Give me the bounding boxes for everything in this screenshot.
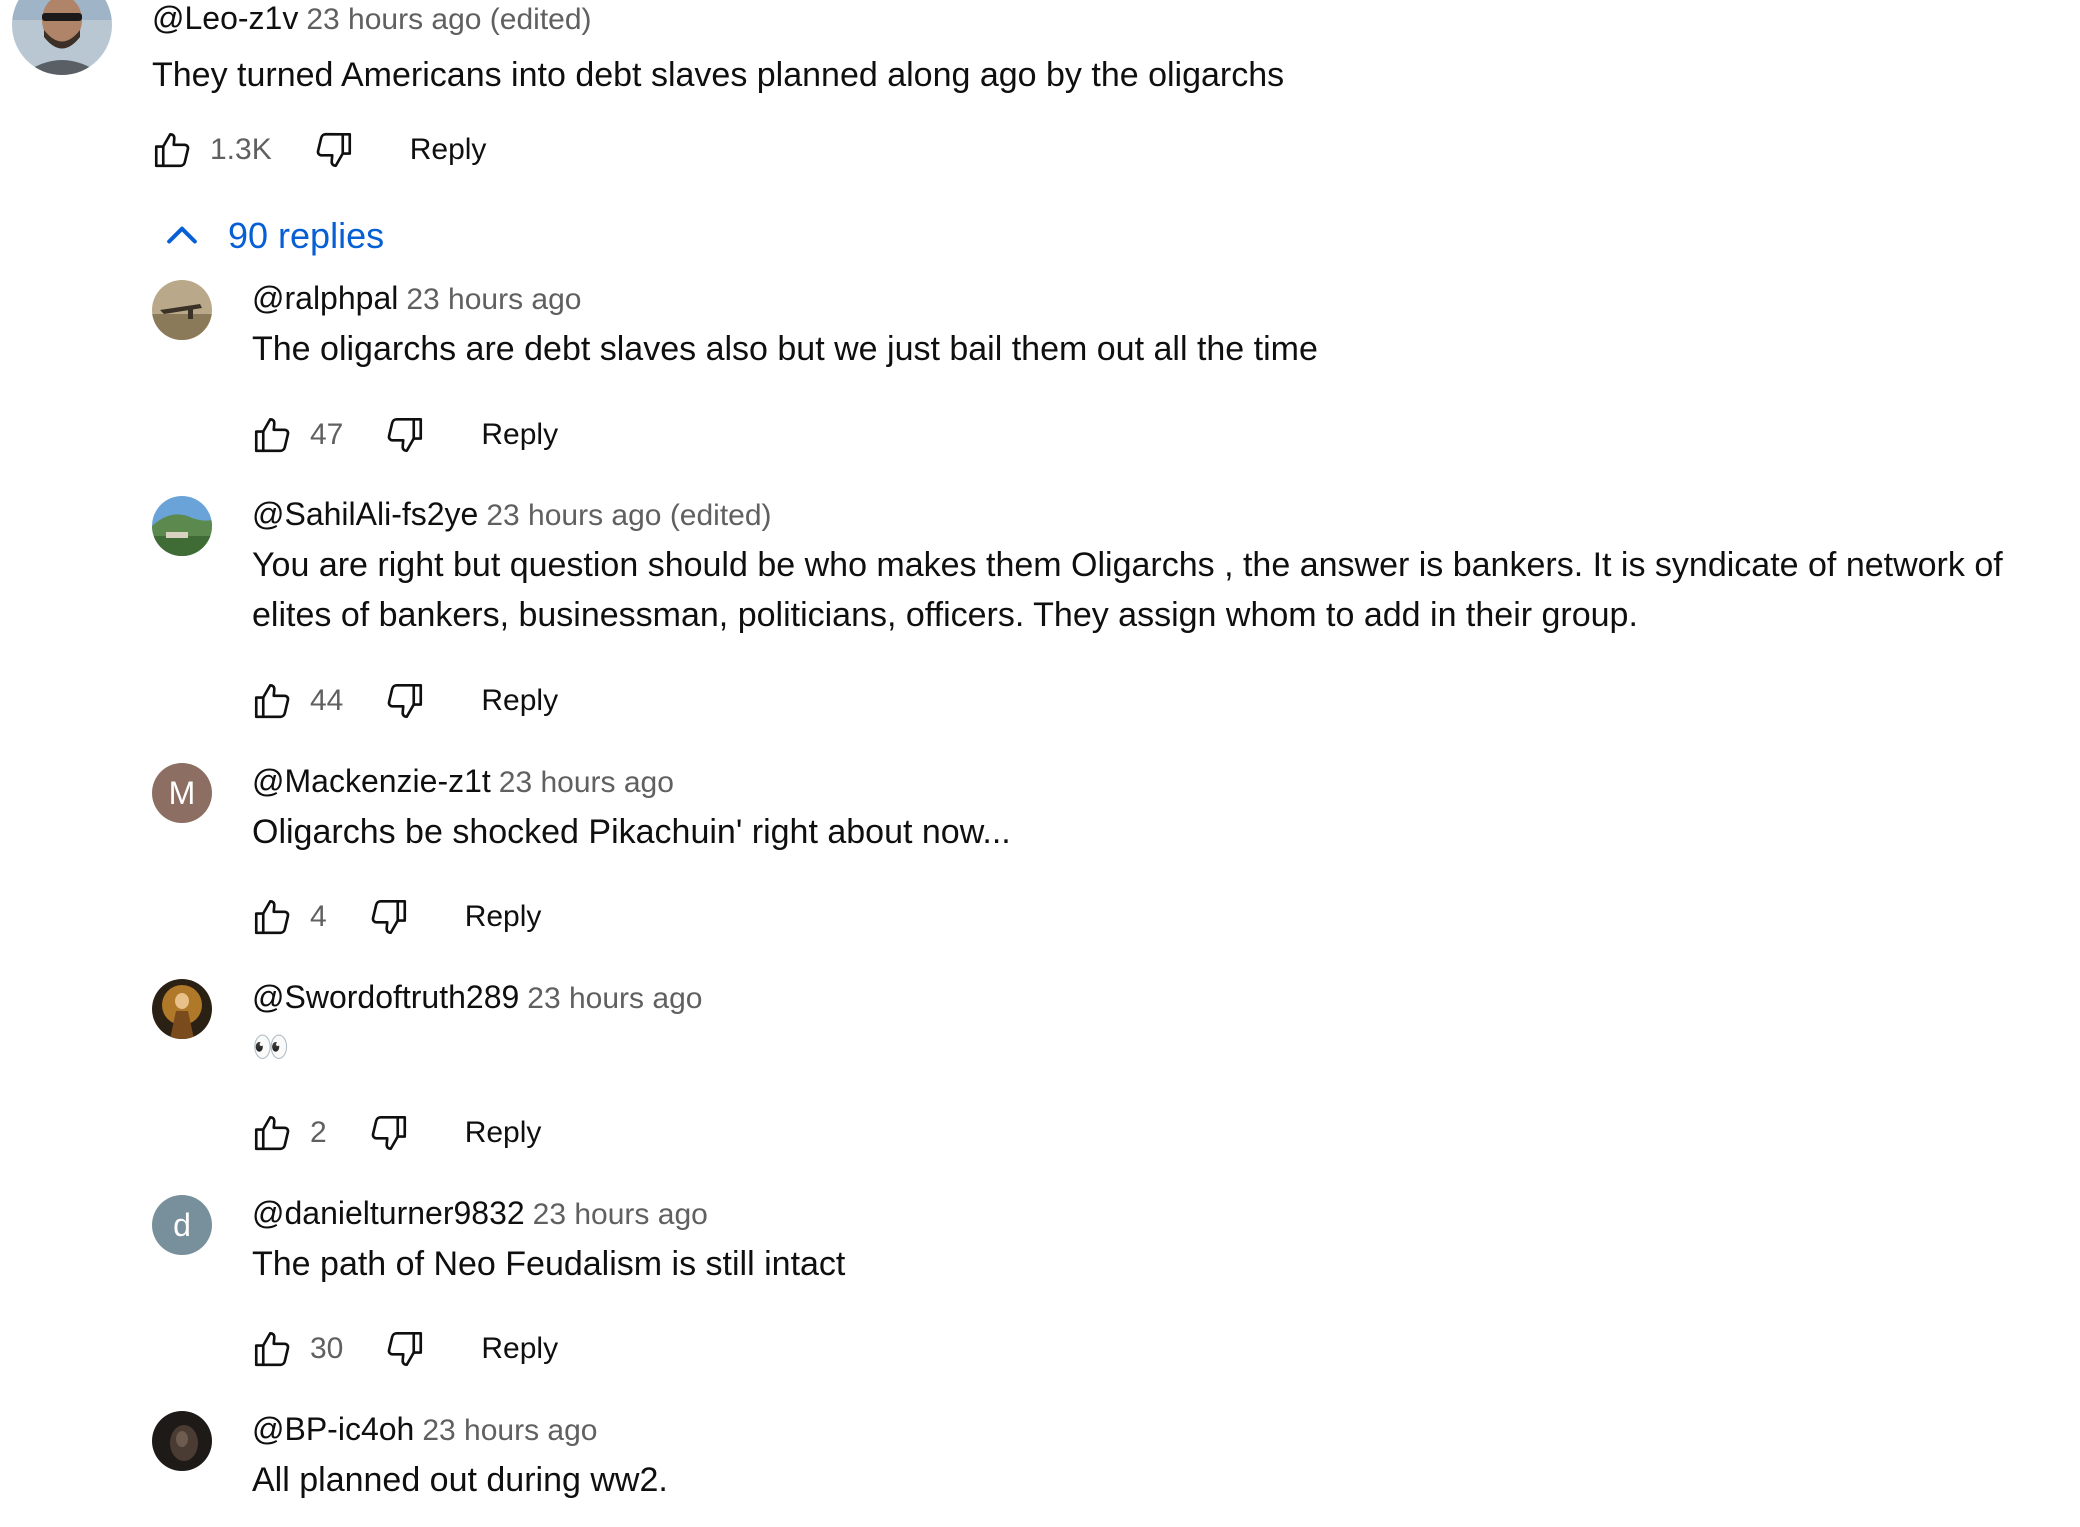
reply-button[interactable]: Reply bbox=[481, 1332, 558, 1366]
dislike-button[interactable] bbox=[312, 128, 356, 172]
like-button[interactable] bbox=[250, 1327, 294, 1371]
author-name[interactable]: @Swordoftruth289 bbox=[252, 979, 519, 1015]
thumb-down-icon bbox=[371, 1115, 406, 1151]
reply-button[interactable]: Reply bbox=[410, 133, 487, 167]
comment-actions: 1.3K Reply bbox=[150, 120, 486, 180]
like-button[interactable] bbox=[250, 895, 294, 939]
reply-button[interactable]: Reply bbox=[465, 1116, 542, 1150]
comment-actions: 30 Reply bbox=[250, 1319, 558, 1379]
like-count: 2 bbox=[310, 1116, 327, 1149]
comment-actions: 47 Reply bbox=[250, 405, 558, 465]
thumb-up-icon bbox=[254, 683, 290, 719]
avatar[interactable] bbox=[12, 0, 112, 75]
dislike-button[interactable] bbox=[383, 1327, 427, 1371]
timestamp[interactable]: 23 hours ago bbox=[499, 766, 674, 799]
avatar[interactable]: d bbox=[152, 1195, 212, 1255]
like-count: 4 bbox=[310, 900, 327, 933]
avatar[interactable] bbox=[152, 1411, 212, 1471]
like-count: 44 bbox=[310, 684, 344, 717]
like-button[interactable] bbox=[250, 413, 294, 457]
thumb-down-icon bbox=[316, 132, 351, 168]
dislike-button[interactable] bbox=[367, 895, 411, 939]
avatar[interactable]: M bbox=[152, 763, 212, 823]
timestamp[interactable]: 23 hours ago (edited) bbox=[486, 499, 771, 532]
avatar[interactable] bbox=[152, 979, 212, 1039]
thumb-down-icon bbox=[388, 683, 423, 719]
comment-actions: 2 Reply bbox=[250, 1103, 541, 1163]
replies-toggle-button[interactable]: 90 replies bbox=[160, 206, 384, 266]
timestamp[interactable]: 23 hours ago bbox=[527, 982, 702, 1015]
comment-header: @SahilAli-fs2ye 23 hours ago (edited) bbox=[252, 496, 772, 532]
timestamp[interactable]: 23 hours ago bbox=[422, 1414, 597, 1447]
dislike-button[interactable] bbox=[367, 1111, 411, 1155]
reply-button[interactable]: Reply bbox=[481, 418, 558, 452]
avatar[interactable] bbox=[152, 496, 212, 556]
like-count: 1.3K bbox=[210, 133, 272, 166]
thumb-down-icon bbox=[388, 1331, 423, 1367]
author-name[interactable]: @ralphpal bbox=[252, 280, 398, 316]
comment-actions: 4 Reply bbox=[250, 887, 541, 947]
comment-text: All planned out during ww2. bbox=[252, 1461, 668, 1499]
comment-header: @danielturner9832 23 hours ago bbox=[252, 1195, 708, 1231]
thumb-up-icon bbox=[254, 1115, 290, 1151]
author-name[interactable]: @SahilAli-fs2ye bbox=[252, 496, 478, 532]
thumb-down-icon bbox=[371, 899, 406, 935]
comment-text: Oligarchs be shocked Pikachuin' right ab… bbox=[252, 813, 1011, 851]
author-name[interactable]: @BP-ic4oh bbox=[252, 1411, 414, 1447]
comment-text: The oligarchs are debt slaves also but w… bbox=[252, 330, 1318, 368]
thumb-down-icon bbox=[388, 417, 423, 453]
thumb-up-icon bbox=[154, 132, 190, 168]
comment-text: 👀 bbox=[252, 1031, 290, 1064]
like-count: 47 bbox=[310, 418, 344, 451]
avatar-letter: M bbox=[168, 774, 196, 811]
thumb-up-icon bbox=[254, 899, 290, 935]
dislike-button[interactable] bbox=[383, 413, 427, 457]
like-button[interactable] bbox=[150, 128, 194, 172]
comment-actions: 44 Reply bbox=[250, 671, 558, 731]
comment-text: The path of Neo Feudalism is still intac… bbox=[252, 1245, 846, 1283]
comment-header: @Swordoftruth289 23 hours ago bbox=[252, 979, 702, 1015]
avatar[interactable] bbox=[152, 280, 212, 340]
author-name[interactable]: @Mackenzie-z1t bbox=[252, 763, 491, 799]
timestamp[interactable]: 23 hours ago bbox=[533, 1198, 708, 1231]
comment-header: @Leo-z1v 23 hours ago (edited) bbox=[152, 0, 592, 36]
comment-text: They turned Americans into debt slaves p… bbox=[152, 56, 1285, 94]
comment-header: @ralphpal 23 hours ago bbox=[252, 280, 581, 316]
timestamp[interactable]: 23 hours ago (edited) bbox=[306, 3, 591, 36]
author-name[interactable]: @danielturner9832 bbox=[252, 1195, 525, 1231]
reply-button[interactable]: Reply bbox=[465, 900, 542, 934]
like-count: 30 bbox=[310, 1332, 344, 1365]
timestamp[interactable]: 23 hours ago bbox=[406, 283, 581, 316]
thumb-up-icon bbox=[254, 417, 290, 453]
avatar-letter: d bbox=[173, 1206, 191, 1243]
like-button[interactable] bbox=[250, 1111, 294, 1155]
comment-header: @BP-ic4oh 23 hours ago bbox=[252, 1411, 597, 1447]
like-button[interactable] bbox=[250, 679, 294, 723]
dislike-button[interactable] bbox=[383, 679, 427, 723]
comment-text: You are right but question should be who… bbox=[252, 546, 2003, 634]
replies-count-label: 90 replies bbox=[228, 215, 385, 256]
thumb-up-icon bbox=[254, 1331, 290, 1367]
chevron-up-icon bbox=[167, 226, 197, 244]
author-name[interactable]: @Leo-z1v bbox=[152, 0, 298, 36]
comment-header: @Mackenzie-z1t 23 hours ago bbox=[252, 763, 674, 799]
reply-button[interactable]: Reply bbox=[481, 684, 558, 718]
